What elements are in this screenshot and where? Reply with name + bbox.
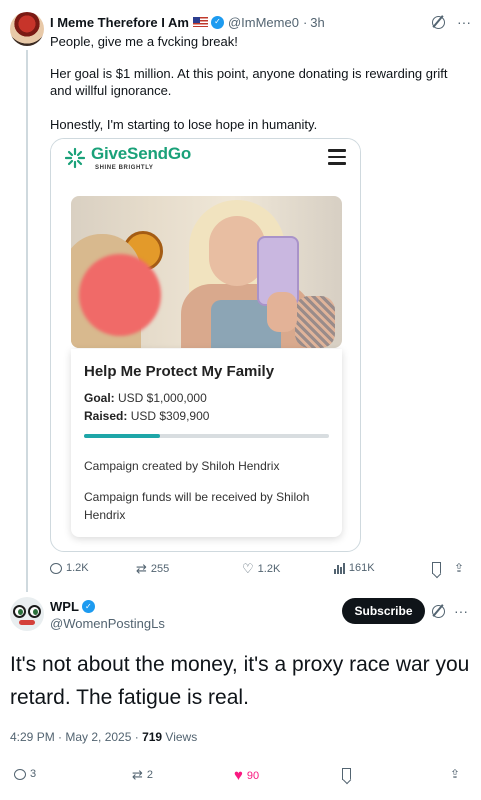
tweet2-header-icons: ··· [432, 603, 468, 619]
tweet-body: It's not about the money, it's a proxy r… [10, 653, 470, 709]
repost-count: 2 [146, 768, 154, 781]
grok-icon[interactable] [432, 604, 445, 618]
campaign-progress-fill [84, 434, 160, 438]
redaction-blur [79, 254, 161, 336]
repost-count: 255 [150, 562, 170, 575]
campaign-card: Help Me Protect My Family Goal: USD $1,0… [71, 349, 342, 537]
reply-button[interactable]: 1.2K [50, 562, 89, 574]
givesendgo-brand: GiveSendGo [91, 144, 192, 163]
tweet-text-line: Honestly, I'm starting to lose hope in h… [50, 117, 318, 132]
campaign-created-by: Campaign created by Shiloh Hendrix [84, 459, 280, 473]
campaign-raised: Raised: USD $309,900 [84, 409, 209, 423]
thread-line [26, 50, 28, 592]
repost-icon: ⇄ [132, 767, 143, 782]
givesendgo-tagline: SHINE BRIGHTLY [95, 165, 154, 171]
author-name[interactable]: WPL [50, 599, 79, 614]
bookmark-button[interactable] [432, 562, 441, 574]
verified-badge-icon: ✓ [81, 600, 95, 613]
reply-button[interactable]: 3 [14, 768, 36, 780]
reply-count: 1.2K [66, 562, 89, 574]
share-button[interactable]: ⇪ [450, 768, 460, 780]
views-count: 719 [142, 730, 163, 744]
author-avatar[interactable] [10, 12, 44, 46]
repost-button[interactable]: ⇄ 255 [136, 562, 169, 575]
subscribe-button[interactable]: Subscribe [342, 598, 425, 624]
share-icon: ⇪ [454, 561, 465, 575]
views-count: 161K [348, 562, 375, 574]
tweet-text-line: People, give me a fvcking break! [50, 34, 238, 49]
reply-count: 3 [30, 768, 37, 780]
like-button[interactable]: ♡ 1.2K [242, 562, 280, 575]
us-flag-icon [192, 17, 208, 27]
grok-icon[interactable] [432, 15, 445, 29]
hamburger-menu-icon [328, 149, 346, 169]
tweet-timestamp[interactable]: 4:29 PM · May 2, 2025 · [10, 730, 142, 744]
campaign-progress-bar [84, 434, 329, 438]
author-name-row: WPL ✓ [50, 599, 95, 614]
like-count: 90 [246, 769, 260, 782]
goal-label: Goal: [84, 391, 115, 405]
bookmark-button[interactable] [342, 768, 351, 780]
raised-value: USD $309,900 [130, 409, 210, 423]
like-count: 1.2K [257, 562, 281, 575]
tweet-meta: 4:29 PM · May 2, 2025 · 719 Views [10, 730, 197, 744]
givesendgo-logo-icon [65, 147, 85, 169]
embedded-screenshot-image[interactable]: GiveSendGo SHINE BRIGHTLY Help Me Protec… [50, 138, 361, 552]
repost-button[interactable]: ⇄ 2 [132, 768, 153, 781]
author-handle[interactable]: @ImMeme0 [228, 15, 299, 30]
reply-icon [14, 768, 26, 780]
raised-label: Raised: [84, 409, 128, 423]
goal-value: USD $1,000,000 [118, 391, 207, 405]
views-icon [334, 562, 345, 574]
views-label: Views [162, 730, 198, 744]
campaign-received-by: Campaign funds will be received by Shilo… [84, 490, 310, 522]
bookmark-icon [432, 562, 441, 574]
heart-icon: ♡ [242, 561, 254, 576]
tweet2-action-bar: 3 ⇄ 2 ♥ 90 ⇪ [0, 768, 481, 788]
views-button[interactable]: 161K [334, 562, 375, 574]
tweet-header: I Meme Therefore I Am ✓ @ImMeme0 · 3h ··… [50, 12, 471, 32]
author-name[interactable]: I Meme Therefore I Am [50, 15, 189, 30]
verified-badge-icon: ✓ [210, 15, 224, 29]
more-options-icon[interactable]: ··· [454, 603, 468, 619]
repost-icon: ⇄ [136, 561, 147, 576]
author-avatar[interactable] [10, 597, 44, 631]
givesendgo-header: GiveSendGo SHINE BRIGHTLY [51, 139, 360, 189]
share-icon: ⇪ [450, 767, 461, 781]
more-options-icon[interactable]: ··· [457, 14, 471, 30]
like-button[interactable]: ♥ 90 [234, 768, 259, 783]
reply-icon [50, 562, 62, 574]
bookmark-icon [342, 768, 351, 780]
campaign-photo [71, 196, 342, 348]
tweet-text-line: Her goal is $1 million. At this point, a… [50, 66, 448, 98]
separator-dot: · [302, 14, 308, 30]
campaign-title: Help Me Protect My Family [84, 363, 275, 380]
tweet1-action-bar: 1.2K ⇄ 255 ♡ 1.2K 161K ⇪ [50, 562, 470, 582]
tweet-time[interactable]: 3h [310, 15, 324, 30]
share-button[interactable]: ⇪ [454, 562, 464, 574]
campaign-goal: Goal: USD $1,000,000 [84, 391, 207, 405]
author-handle[interactable]: @WomenPostingLs [50, 616, 165, 631]
heart-filled-icon: ♥ [234, 767, 243, 784]
